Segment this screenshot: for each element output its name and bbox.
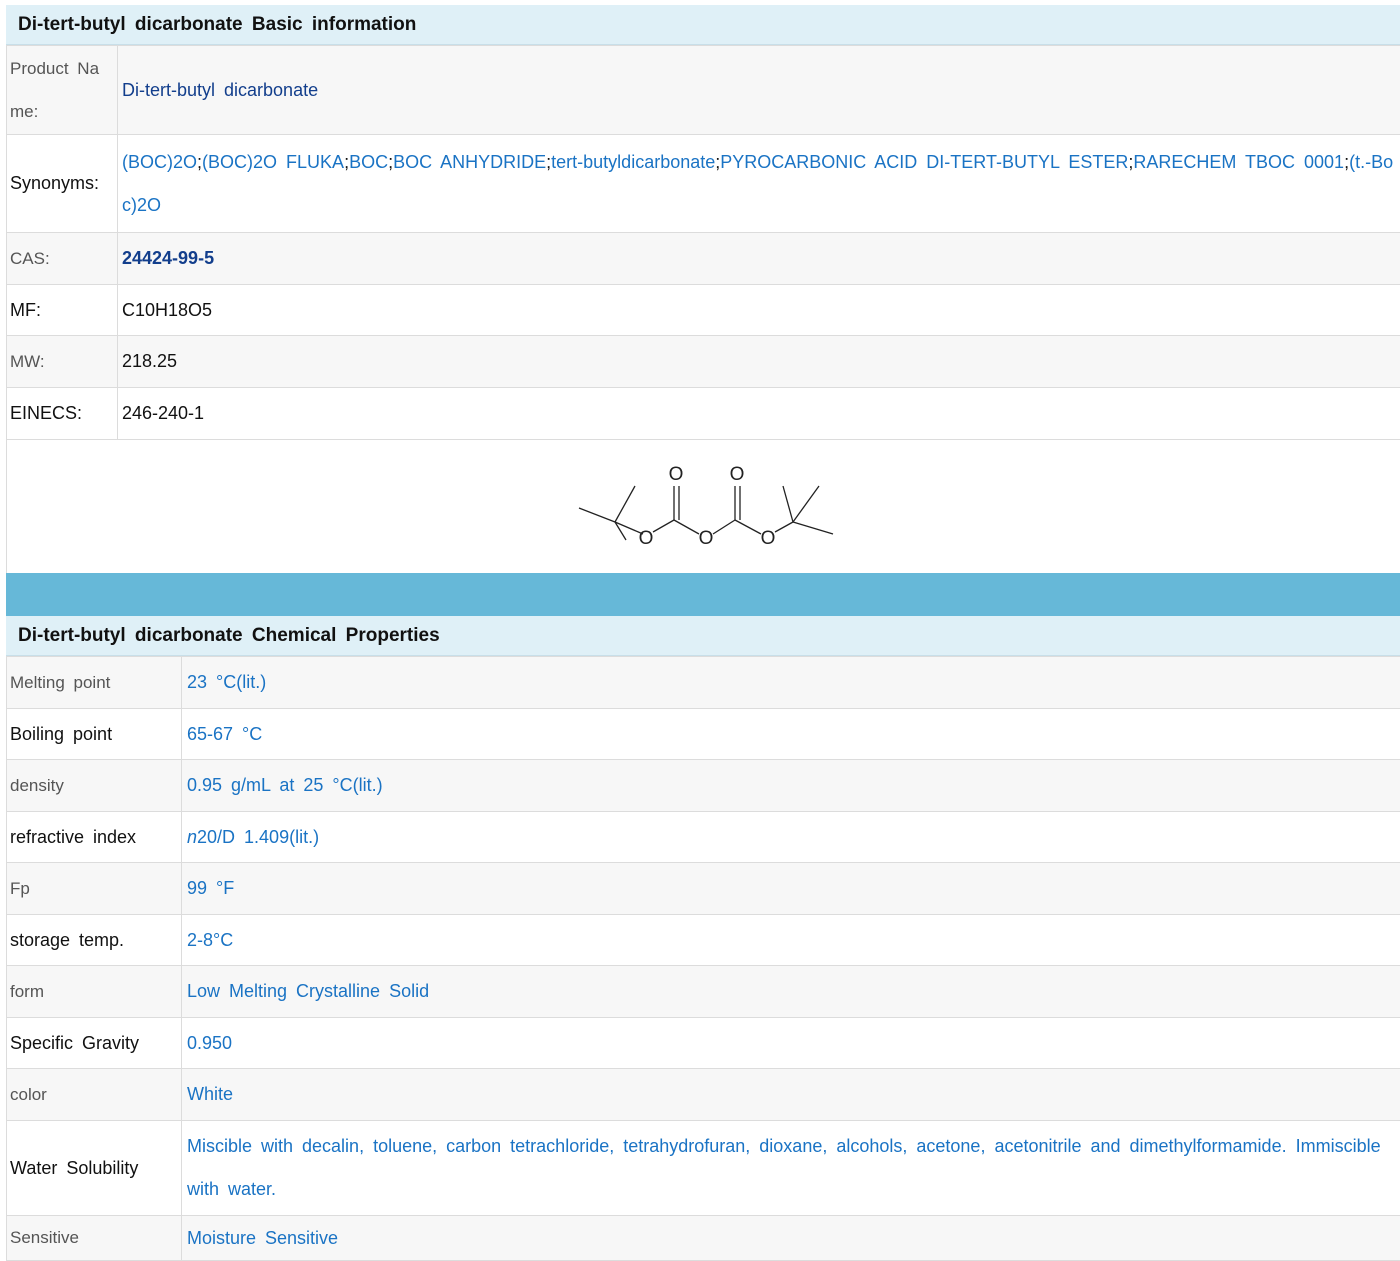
chem-row: colorWhite <box>7 1069 1400 1121</box>
synonym-link[interactable]: BOC <box>349 152 388 172</box>
row-cas: CAS: 24424-99-5 <box>7 233 1400 285</box>
mw-label: MW: <box>7 336 118 388</box>
chem-row-label: density <box>7 760 182 812</box>
chem-value-text: 0.95 g/mL at 25 °C(lit.) <box>187 775 383 795</box>
basic-info-title: Di-tert-butyl dicarbonate Basic informat… <box>6 5 1400 45</box>
synonym-link[interactable]: tert-butyldicarbonate <box>551 152 715 172</box>
chem-row-value: 23 °C(lit.) <box>182 657 1400 709</box>
synonyms-value: (BOC)2O;(BOC)2O FLUKA;BOC;BOC ANHYDRIDE;… <box>118 135 1400 233</box>
chem-value-text: 20/D 1.409(lit.) <box>197 827 319 847</box>
einecs-value: 246-240-1 <box>118 388 1400 440</box>
basic-info-panel: Di-tert-butyl dicarbonate Basic informat… <box>6 5 1400 574</box>
chem-row: storage temp.2-8°C <box>7 915 1400 966</box>
chem-row-label: Fp <box>7 863 182 915</box>
cas-value: 24424-99-5 <box>118 233 1400 285</box>
chem-row-value: 0.950 <box>182 1018 1400 1069</box>
chem-row: density0.95 g/mL at 25 °C(lit.) <box>7 760 1400 812</box>
product-name-label: Product Name: <box>7 46 118 135</box>
row-structure: O O O O O <box>7 440 1400 574</box>
chem-row-value: White <box>182 1069 1400 1121</box>
chem-row-label: refractive index <box>7 812 182 863</box>
chem-row-value: 2-8°C <box>182 915 1400 966</box>
chem-row-label: Melting point <box>7 657 182 709</box>
chem-value-text: Low Melting Crystalline Solid <box>187 981 429 1001</box>
synonym-link[interactable]: BOC ANHYDRIDE <box>393 152 546 172</box>
row-product-name: Product Name: Di-tert-butyl dicarbonate <box>7 46 1400 135</box>
chem-value-text: 23 °C(lit.) <box>187 672 266 692</box>
atom-o5: O <box>760 528 775 549</box>
atom-o2: O <box>668 464 683 485</box>
row-einecs: EINECS: 246-240-1 <box>7 388 1400 440</box>
chem-row-label: Specific Gravity <box>7 1018 182 1069</box>
chem-row: Water SolubilityMiscible with decalin, t… <box>7 1121 1400 1216</box>
atom-o3: O <box>698 528 713 549</box>
chem-value-text: 0.950 <box>187 1033 232 1053</box>
chem-value-text: 65-67 °C <box>187 724 262 744</box>
chem-value-text: Moisture Sensitive <box>187 1228 338 1248</box>
chem-row-value: 0.95 g/mL at 25 °C(lit.) <box>182 760 1400 812</box>
atom-o1: O <box>638 528 653 549</box>
chem-row-label: Sensitive <box>7 1216 182 1261</box>
synonym-link[interactable]: PYROCARBONIC ACID DI-TERT-BUTYL ESTER <box>720 152 1128 172</box>
structure-image: O O O O O <box>571 462 841 552</box>
synonym-link[interactable]: RARECHEM TBOC 0001 <box>1133 152 1344 172</box>
chem-row-value: Miscible with decalin, toluene, carbon t… <box>182 1121 1400 1216</box>
chem-row-label: color <box>7 1069 182 1121</box>
synonyms-list: (BOC)2O;(BOC)2O FLUKA;BOC;BOC ANHYDRIDE;… <box>122 152 1393 215</box>
chem-row: Fp99 °F <box>7 863 1400 915</box>
synonyms-label: Synonyms: <box>7 135 118 233</box>
chem-value-italic: n <box>187 827 197 847</box>
chem-row: refractive indexn20/D 1.409(lit.) <box>7 812 1400 863</box>
chem-row: SensitiveMoisture Sensitive <box>7 1216 1400 1261</box>
chem-row-label: storage temp. <box>7 915 182 966</box>
cas-label: CAS: <box>7 233 118 285</box>
chem-value-text: Miscible with decalin, toluene, carbon t… <box>187 1136 1381 1199</box>
chem-row: Specific Gravity0.950 <box>7 1018 1400 1069</box>
chem-row-label: Boiling point <box>7 709 182 760</box>
chem-row-value: Low Melting Crystalline Solid <box>182 966 1400 1018</box>
cas-link[interactable]: 24424-99-5 <box>122 248 214 268</box>
row-mw: MW: 218.25 <box>7 336 1400 388</box>
chem-row: formLow Melting Crystalline Solid <box>7 966 1400 1018</box>
synonym-link[interactable]: (BOC)2O FLUKA <box>202 152 344 172</box>
atom-o4: O <box>729 464 744 485</box>
chem-row-value: n20/D 1.409(lit.) <box>182 812 1400 863</box>
chem-row-value: Moisture Sensitive <box>182 1216 1400 1261</box>
chem-row-label: form <box>7 966 182 1018</box>
chem-props-title: Di-tert-butyl dicarbonate Chemical Prope… <box>6 616 1400 656</box>
chem-value-text: 2-8°C <box>187 930 233 950</box>
product-name-value: Di-tert-butyl dicarbonate <box>118 46 1400 135</box>
chem-value-text: 99 °F <box>187 878 234 898</box>
structure-cell: O O O O O <box>7 440 1400 574</box>
basic-info-table: Product Name: Di-tert-butyl dicarbonate … <box>6 45 1400 574</box>
chem-row: Melting point23 °C(lit.) <box>7 657 1400 709</box>
mw-value: 218.25 <box>118 336 1400 388</box>
chem-props-table: Melting point23 °C(lit.)Boiling point65-… <box>6 656 1400 1261</box>
row-mf: MF: C10H18O5 <box>7 285 1400 336</box>
mf-label: MF: <box>7 285 118 336</box>
chem-value-text: White <box>187 1084 233 1104</box>
chem-row-label: Water Solubility <box>7 1121 182 1216</box>
einecs-label: EINECS: <box>7 388 118 440</box>
chem-row-value: 65-67 °C <box>182 709 1400 760</box>
chem-props-panel: Di-tert-butyl dicarbonate Chemical Prope… <box>6 616 1400 1261</box>
section-band <box>6 573 1400 616</box>
chem-row: Boiling point65-67 °C <box>7 709 1400 760</box>
chem-row-value: 99 °F <box>182 863 1400 915</box>
row-synonyms: Synonyms: (BOC)2O;(BOC)2O FLUKA;BOC;BOC … <box>7 135 1400 233</box>
synonym-link[interactable]: (BOC)2O <box>122 152 197 172</box>
mf-value: C10H18O5 <box>118 285 1400 336</box>
